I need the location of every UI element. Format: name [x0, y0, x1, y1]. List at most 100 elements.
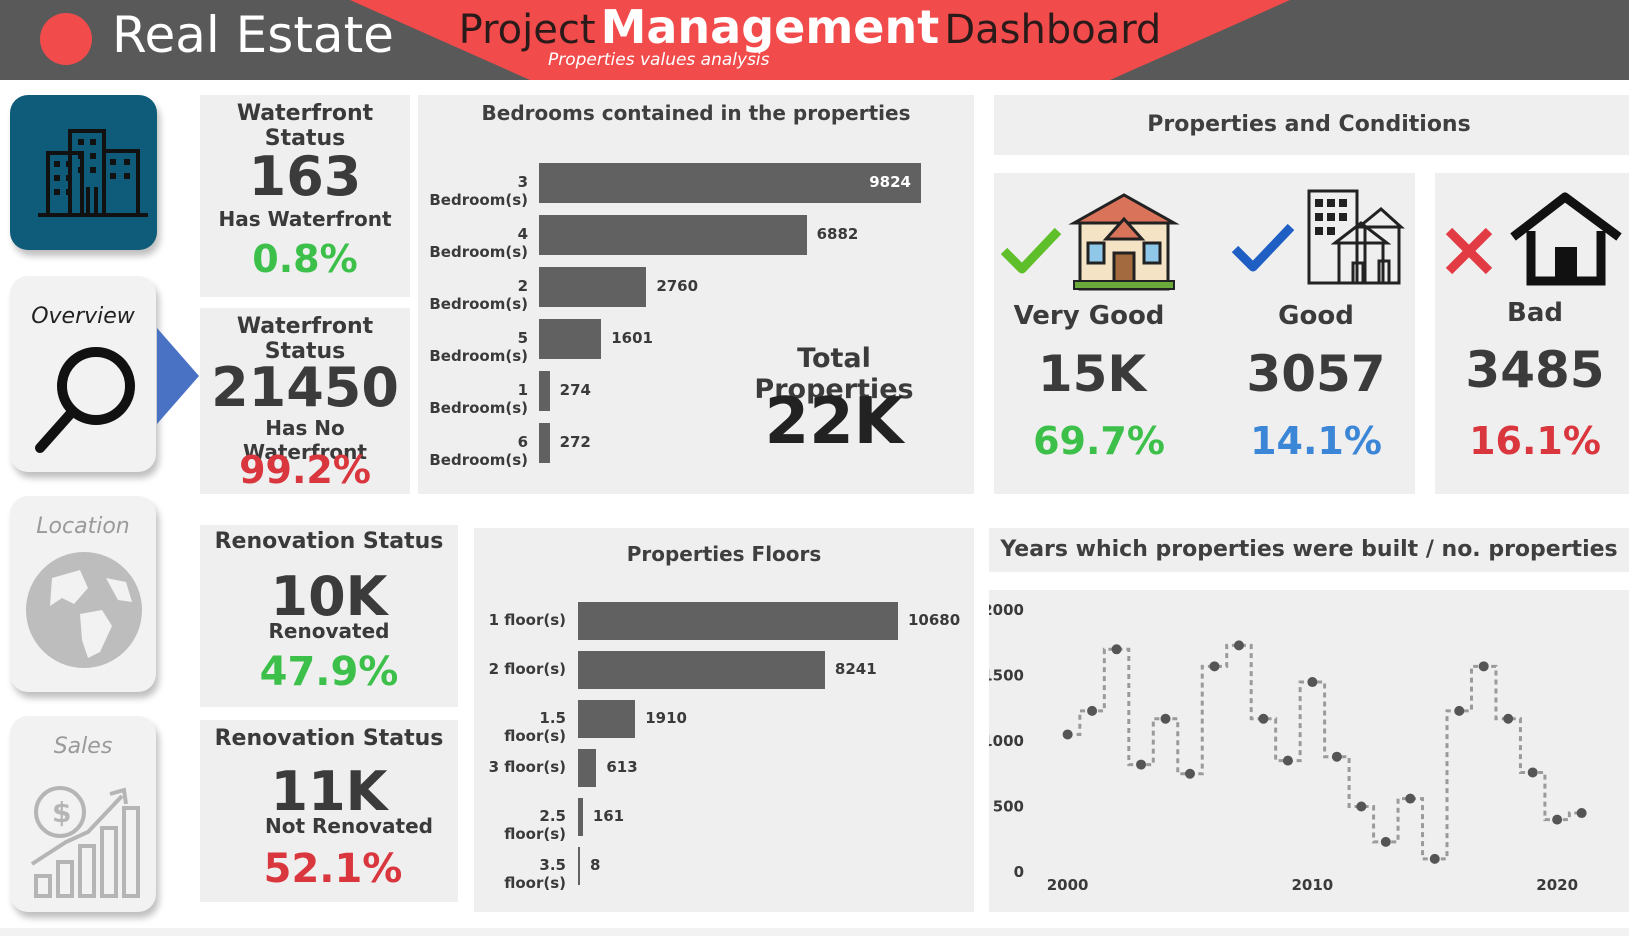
check-green-icon: [1000, 227, 1062, 274]
bar[interactable]: [578, 847, 580, 885]
data-point[interactable]: [1062, 729, 1073, 740]
nav-overview[interactable]: Overview: [10, 276, 156, 472]
bar[interactable]: [539, 267, 647, 307]
data-point[interactable]: [1356, 801, 1367, 812]
sales-growth-icon: $: [30, 786, 140, 898]
years-chart-panel: 0 500 1000 1500 2000 2000 2010 2020: [982, 590, 1629, 912]
bar[interactable]: [539, 215, 807, 255]
y-tick-label: 0: [1014, 863, 1024, 881]
bar-value-label: 161: [592, 807, 625, 825]
data-point[interactable]: [1429, 853, 1440, 864]
data-point[interactable]: [1527, 767, 1538, 778]
waterfront-has-label: Has Waterfront: [218, 207, 392, 231]
condition-value-bad: 3485: [1465, 341, 1605, 399]
logo-tile: [10, 95, 157, 250]
nav-sales-label: Sales: [53, 734, 113, 759]
data-point[interactable]: [1258, 713, 1269, 724]
check-blue-icon: [1231, 223, 1295, 272]
y-tick-label: 2000: [989, 601, 1024, 619]
not-renovated-label: Not Renovated: [265, 814, 433, 838]
data-point[interactable]: [1405, 793, 1416, 804]
floors-chart-title: Properties Floors: [626, 542, 822, 566]
bar-category-label: 2 floor(s): [488, 660, 566, 678]
data-point[interactable]: [1576, 808, 1587, 819]
total-properties-value: 22K: [764, 385, 904, 459]
data-point[interactable]: [1087, 705, 1098, 716]
not-renovated-card: Renovation Status 11K Not Renovated 52.1…: [200, 720, 458, 902]
data-point[interactable]: [1454, 705, 1465, 716]
bar-value-label: 1601: [611, 329, 653, 347]
condition-label-good: Good: [1278, 301, 1354, 331]
x-tick-label: 2020: [1536, 876, 1578, 894]
magnifier-icon: [35, 347, 135, 453]
data-point[interactable]: [1380, 836, 1391, 847]
data-point[interactable]: [1111, 644, 1122, 655]
bar-category-label: 3 floor(s): [488, 758, 566, 776]
bar-value-label: 1910: [645, 709, 687, 727]
nav-sales[interactable]: Sales $: [10, 716, 156, 912]
title-word-3: Dashboard: [944, 7, 1162, 53]
condition-label-very-good: Very Good: [1013, 301, 1165, 331]
bar[interactable]: [539, 423, 550, 463]
bar-value-label: 2760: [656, 277, 699, 295]
conditions-title: Properties and Conditions: [1147, 112, 1471, 137]
bar[interactable]: [578, 602, 898, 640]
waterfront-no-value: 21450: [211, 356, 399, 419]
data-point[interactable]: [1503, 713, 1514, 724]
nav-location-label: Location: [36, 514, 130, 539]
renovation-title: Renovation Status: [214, 529, 444, 554]
condition-value-good: 3057: [1246, 345, 1386, 403]
data-point[interactable]: [1209, 661, 1220, 672]
condition-card-very-good: Very Good 15K 69.7%: [994, 173, 1220, 494]
bar-value-label: 8: [590, 856, 601, 874]
data-point[interactable]: [1136, 759, 1147, 770]
waterfront-no-card: Waterfront Status 21450 Has No Waterfron…: [200, 308, 410, 494]
data-point[interactable]: [1184, 768, 1195, 779]
title-word-1: Project: [458, 7, 596, 53]
data-point[interactable]: [1552, 814, 1563, 825]
renovated-pct: 47.9%: [259, 649, 399, 695]
active-nav-arrow-icon: [157, 328, 199, 424]
city-buildings-icon: [38, 129, 148, 217]
years-line-chart: 0 500 1000 1500 2000 2000 2010 2020: [982, 601, 1587, 894]
y-tick-label: 1500: [989, 667, 1024, 685]
bar-category-label: 3.5 floor(s): [504, 856, 566, 892]
bar-category-label: 2 Bedroom(s): [429, 277, 528, 313]
waterfront-has-value: 163: [248, 145, 362, 208]
data-point[interactable]: [1331, 751, 1342, 762]
houses-building-icon: [1307, 189, 1405, 285]
bar[interactable]: [539, 371, 550, 411]
house-outline-icon: [1510, 192, 1622, 286]
bar-value-label: 8241: [834, 660, 877, 678]
data-point[interactable]: [1160, 713, 1171, 724]
dashboard-subtitle: Properties values analysis: [548, 50, 770, 70]
data-point[interactable]: [1307, 677, 1318, 688]
condition-label-bad: Bad: [1507, 298, 1563, 328]
bar-value-label: 10680: [908, 611, 961, 629]
bar[interactable]: [578, 798, 583, 836]
waterfront-has-card: Waterfront Status 163 Has Waterfront 0.8…: [200, 95, 410, 297]
bar-category-label: 1 Bedroom(s): [429, 381, 528, 417]
y-tick-label: 1000: [989, 732, 1024, 750]
bar-value-label: 274: [559, 381, 591, 399]
house-colored-icon: [1068, 193, 1180, 291]
condition-card-good: Good 3057 14.1%: [1217, 173, 1415, 494]
bar[interactable]: [539, 319, 602, 359]
bar[interactable]: [578, 651, 825, 689]
x-tick-label: 2010: [1292, 876, 1334, 894]
nav-location[interactable]: Location: [10, 496, 156, 692]
brand-dot-icon: [40, 13, 92, 65]
waterfront-has-pct: 0.8%: [252, 237, 358, 281]
data-point[interactable]: [1478, 661, 1489, 672]
bar-category-label: 5 Bedroom(s): [429, 329, 528, 365]
bar-category-label: 1.5 floor(s): [504, 709, 566, 745]
data-point[interactable]: [1233, 640, 1244, 651]
bedrooms-panel: Bedrooms contained in the properties 3 B…: [418, 95, 974, 494]
bar[interactable]: [578, 700, 636, 738]
bar-category-label: 2.5 floor(s): [504, 807, 566, 843]
x-tick-label: 2000: [1047, 876, 1089, 894]
dashboard-title: Project Management Dashboard: [440, 0, 1180, 54]
condition-value-very-good: 15K: [1037, 345, 1147, 403]
bar[interactable]: [578, 749, 597, 787]
data-point[interactable]: [1282, 755, 1293, 766]
